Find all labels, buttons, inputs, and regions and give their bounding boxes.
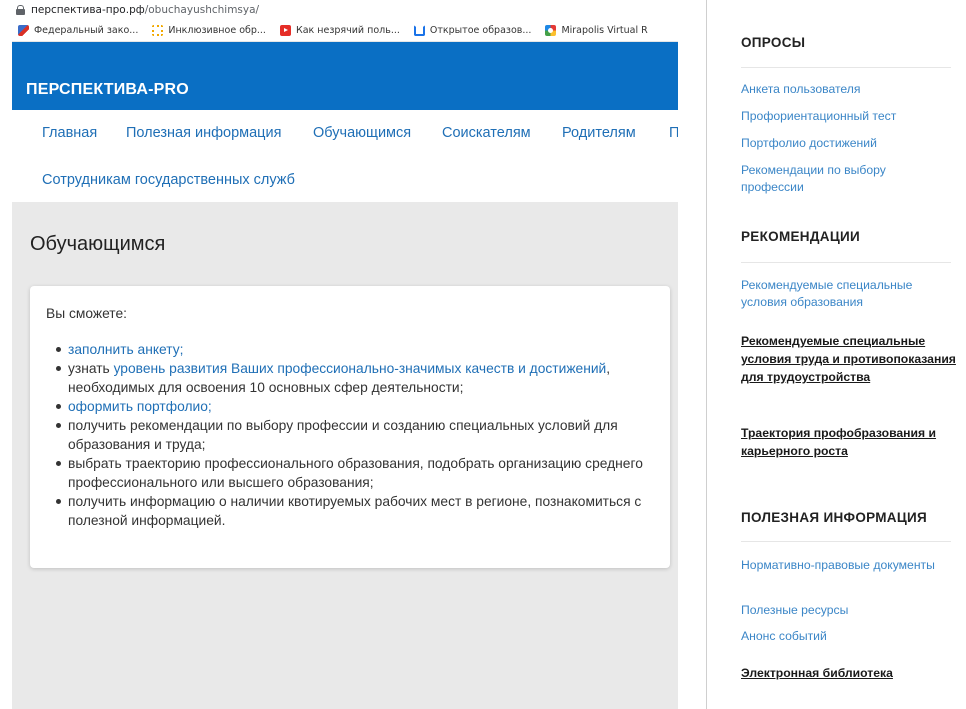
useful-link-events[interactable]: Анонс событий: [741, 628, 951, 645]
divider: [741, 262, 951, 263]
main-page-screenshot: перспектива-про.рф/obuchayushchimsya/ Фе…: [12, 0, 678, 709]
nav-useful-info[interactable]: Полезная информация: [126, 125, 281, 141]
address-bar[interactable]: перспектива-про.рф/obuchayushchimsya/: [12, 0, 678, 20]
portfolio-link[interactable]: оформить портфолио;: [68, 399, 212, 414]
list-item: узнать уровень развития Ваших профессион…: [56, 359, 648, 397]
rec-link-trajectory[interactable]: Траектория профобразования и карьерного …: [741, 424, 956, 460]
site-logo[interactable]: ПЕРСПЕКТИВА-PRO: [12, 70, 678, 110]
open-edu-icon: [413, 25, 425, 36]
recommendations-heading: РЕКОМЕНДАЦИИ: [741, 229, 860, 244]
page-title: Обучающимся: [30, 233, 166, 255]
lock-icon: [16, 5, 25, 15]
youtube-icon: [279, 25, 291, 36]
rec-link-work-conditions[interactable]: Рекомендуемые специальные условия труда …: [741, 332, 956, 386]
survey-link-user-form[interactable]: Анкета пользователя: [741, 81, 951, 98]
bookmark-4[interactable]: Открытое образов...: [413, 25, 531, 36]
url-domain: перспектива-про.рф: [31, 4, 145, 16]
nav-more[interactable]: П: [669, 125, 678, 141]
divider: [741, 541, 951, 542]
flag-icon: [18, 25, 29, 36]
list-item: оформить портфолио;: [56, 397, 648, 416]
useful-link-library[interactable]: Электронная библиотека: [741, 664, 956, 682]
url-path: /obuchayushchimsya/: [144, 4, 260, 16]
bookmark-5[interactable]: Mirapolis Virtual R: [545, 25, 648, 36]
nav-students[interactable]: Обучающимся: [313, 125, 411, 141]
circle-dots-icon: [152, 25, 164, 36]
sidebar-screenshot: ОПРОСЫ Анкета пользователя Профориентаци…: [706, 0, 966, 709]
bookmarks-bar: Федеральный зако... Инклюзивное обр... К…: [12, 20, 678, 42]
surveys-heading: ОПРОСЫ: [741, 35, 806, 50]
header-band: [12, 42, 678, 70]
feature-list: заполнить анкету; узнать уровень развити…: [56, 340, 648, 530]
list-item: выбрать траекторию профессионального обр…: [56, 454, 648, 492]
mirapolis-icon: [545, 25, 557, 36]
divider: [741, 67, 951, 68]
survey-link-recommendations[interactable]: Рекомендации по выбору профессии: [741, 162, 951, 196]
bookmark-1[interactable]: Федеральный зако...: [18, 25, 138, 36]
nav-job-seekers[interactable]: Соискателям: [442, 125, 531, 141]
bookmark-2[interactable]: Инклюзивное обр...: [152, 25, 266, 36]
fill-survey-link[interactable]: заполнить анкету;: [68, 342, 183, 357]
intro-text: Вы сможете:: [46, 306, 127, 321]
main-nav: Главная Полезная информация Обучающимся …: [12, 110, 678, 202]
nav-civil-servants[interactable]: Сотрудникам государственных служб: [42, 172, 295, 188]
nav-home[interactable]: Главная: [42, 125, 97, 141]
nav-parents[interactable]: Родителям: [562, 125, 636, 141]
list-item: заполнить анкету;: [56, 340, 648, 359]
rec-link-education-conditions[interactable]: Рекомендуемые специальные условия образо…: [741, 277, 951, 311]
list-item: получить рекомендации по выбору професси…: [56, 416, 648, 454]
content-card: Вы сможете: заполнить анкету; узнать уро…: [30, 286, 670, 568]
list-item: получить информацию о наличии квотируемы…: [56, 492, 648, 530]
survey-link-career-test[interactable]: Профориентационный тест: [741, 108, 951, 125]
bookmark-3[interactable]: Как незрячий поль...: [279, 25, 400, 36]
development-level-link[interactable]: уровень развития Ваших профессионально-з…: [114, 361, 607, 376]
useful-link-legal-docs[interactable]: Нормативно-правовые документы: [741, 557, 951, 574]
useful-info-heading: ПОЛЕЗНАЯ ИНФОРМАЦИЯ: [741, 510, 928, 525]
survey-link-portfolio[interactable]: Портфолио достижений: [741, 135, 951, 152]
useful-link-resources[interactable]: Полезные ресурсы: [741, 602, 951, 619]
